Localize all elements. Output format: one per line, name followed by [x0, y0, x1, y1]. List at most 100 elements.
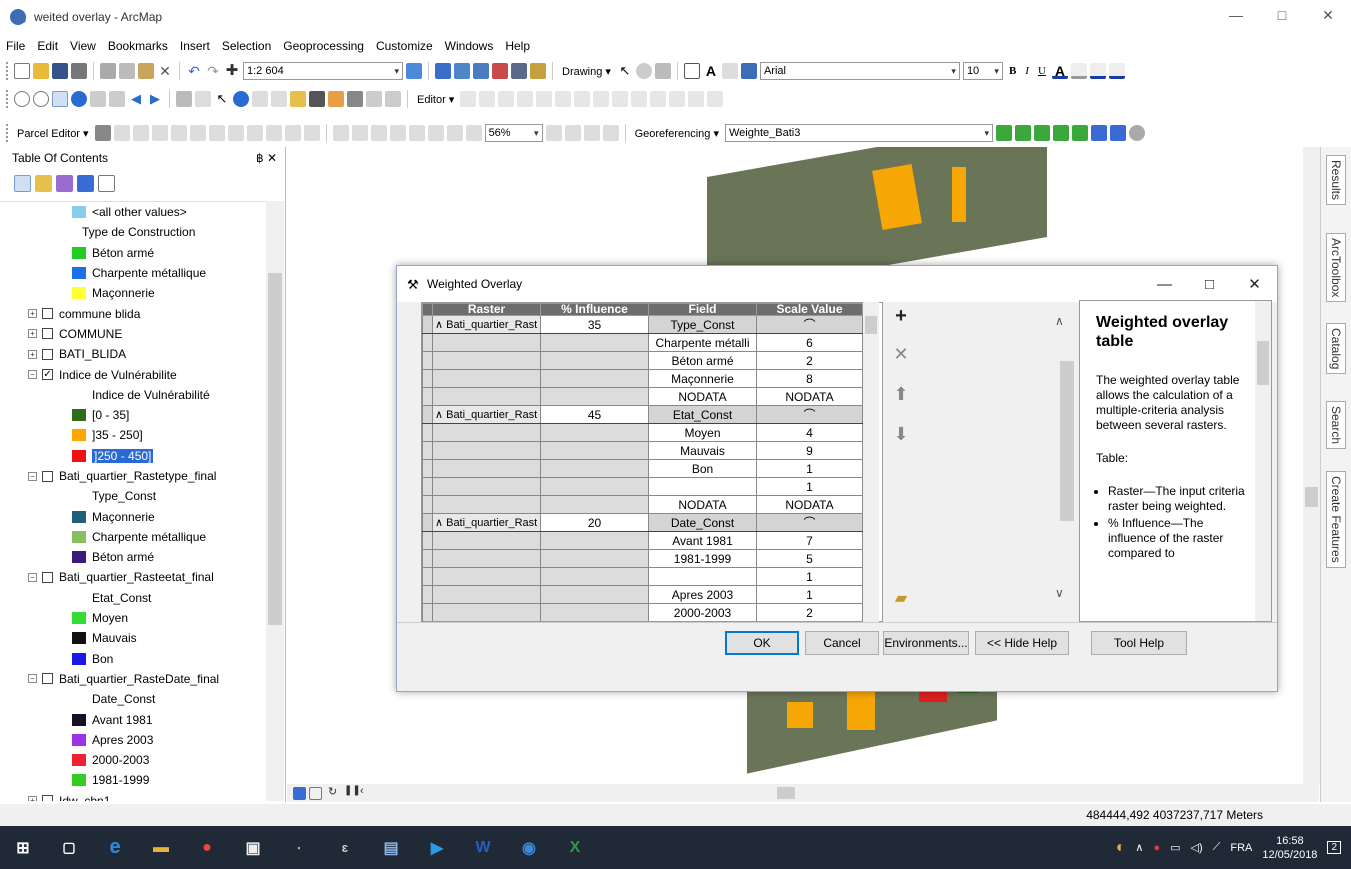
- layer-visibility-checkbox[interactable]: [42, 673, 53, 685]
- drawing-menu[interactable]: Drawing ▾: [559, 65, 614, 78]
- layout-tool-icon[interactable]: [332, 125, 349, 141]
- italic-button[interactable]: I: [1022, 65, 1032, 77]
- print-icon[interactable]: [71, 63, 87, 79]
- expand-icon[interactable]: +: [28, 796, 37, 801]
- zoom-in-icon[interactable]: [14, 91, 30, 107]
- forward-extent-icon[interactable]: ▶: [147, 91, 163, 107]
- maximize-button[interactable]: □: [1259, 0, 1305, 30]
- chrome-icon[interactable]: ●: [193, 834, 221, 862]
- scale-value-cell[interactable]: ⌒: [756, 315, 863, 334]
- toc-row[interactable]: Maçonnerie: [0, 283, 266, 303]
- map-vertical-scrollbar[interactable]: [1303, 147, 1320, 784]
- cut-icon[interactable]: [100, 63, 116, 79]
- side-tab-create-features[interactable]: Create Features: [1326, 471, 1346, 568]
- toc-row[interactable]: [0 - 35]: [0, 405, 266, 425]
- menu-file[interactable]: File: [0, 39, 31, 53]
- raster-cell[interactable]: ∧ Bati_quartier_Rast: [432, 513, 541, 532]
- table-row[interactable]: Apres 2003 1: [422, 585, 863, 604]
- menu-windows[interactable]: Windows: [439, 39, 500, 53]
- layout-tool-icon[interactable]: [351, 125, 368, 141]
- layout-tool-icon[interactable]: [370, 125, 387, 141]
- table-row[interactable]: Bon 1: [422, 459, 863, 478]
- table-row[interactable]: Béton armé 2: [422, 351, 863, 370]
- layer-visibility-checkbox[interactable]: [42, 348, 53, 360]
- bold-button[interactable]: B: [1006, 65, 1019, 77]
- collapse-icon[interactable]: −: [28, 471, 37, 481]
- font-size-combo[interactable]: 10 ▾: [962, 62, 1003, 80]
- hide-help-button[interactable]: << Hide Help: [975, 631, 1069, 655]
- chevron-up-icon[interactable]: ∧: [1135, 841, 1143, 854]
- menu-selection[interactable]: Selection: [216, 39, 277, 53]
- scrollbar-thumb[interactable]: [1305, 487, 1318, 507]
- toc-row[interactable]: ]250 - 450]: [0, 446, 266, 466]
- parcel-tool-icon[interactable]: [189, 125, 206, 141]
- table-row[interactable]: Charpente métalli 6: [422, 333, 863, 352]
- font-icon[interactable]: [740, 63, 757, 79]
- layout-tool-icon[interactable]: [427, 125, 444, 141]
- raster-cell[interactable]: ∧ Bati_quartier_Rast: [432, 315, 541, 334]
- scrollbar-thumb[interactable]: [1257, 341, 1269, 385]
- minimize-button[interactable]: —: [1213, 0, 1259, 30]
- add-control-points-icon[interactable]: [995, 125, 1012, 141]
- attributes-icon[interactable]: [669, 91, 686, 107]
- toc-row[interactable]: − ✓ Indice de Vulnérabilite: [0, 364, 266, 384]
- toolbar-grip[interactable]: [6, 62, 9, 80]
- undo-icon[interactable]: ↶: [186, 63, 202, 79]
- toc-row[interactable]: Apres 2003: [0, 730, 266, 750]
- app-icon[interactable]: ▤: [377, 834, 405, 862]
- table-row[interactable]: 1981-1999 5: [422, 549, 863, 568]
- redo-icon[interactable]: ↷: [205, 63, 221, 79]
- table-row[interactable]: Moyen 4: [422, 423, 863, 442]
- parcel-tool-icon[interactable]: [303, 125, 320, 141]
- georef-tool-icon[interactable]: [1033, 125, 1050, 141]
- network-icon[interactable]: ▭: [1170, 841, 1180, 854]
- raster-group-row[interactable]: ∧ Bati_quartier_Rast 20 Date_Const ⌒: [422, 513, 863, 532]
- underline-button[interactable]: U: [1035, 65, 1049, 77]
- line-color-icon[interactable]: [1089, 63, 1106, 79]
- toc-row[interactable]: + COMMUNE: [0, 324, 266, 344]
- parcel-tool-icon[interactable]: [227, 125, 244, 141]
- rotate-icon[interactable]: [635, 63, 652, 79]
- menu-help[interactable]: Help: [499, 39, 536, 53]
- font-name-combo[interactable]: Arial ▾: [759, 62, 960, 80]
- menu-customize[interactable]: Customize: [370, 39, 439, 53]
- tool-help-button[interactable]: Tool Help: [1091, 631, 1187, 655]
- parcel-tool-icon[interactable]: [170, 125, 187, 141]
- parcel-tool-icon[interactable]: [113, 125, 130, 141]
- toc-row[interactable]: <all other values>: [0, 202, 266, 222]
- layout-view-icon[interactable]: [309, 786, 322, 800]
- toc-row[interactable]: − Bati_quartier_RasteDate_final: [0, 669, 266, 689]
- remove-raster-icon[interactable]: ✕: [887, 340, 915, 368]
- scale-value-cell[interactable]: 7: [756, 531, 863, 550]
- close-button[interactable]: ✕: [1305, 0, 1351, 30]
- parcel-tool-icon[interactable]: [208, 125, 225, 141]
- media-player-icon[interactable]: ▶: [423, 834, 451, 862]
- options-icon[interactable]: [98, 174, 115, 192]
- toc-row[interactable]: Bon: [0, 649, 266, 669]
- toc-row[interactable]: Béton armé: [0, 547, 266, 567]
- point-icon[interactable]: [555, 91, 572, 107]
- fixed-zoom-out-icon[interactable]: [109, 91, 125, 107]
- pause-drawing-icon[interactable]: ❚❚: [344, 785, 361, 801]
- toc-row[interactable]: ]35 - 250]: [0, 425, 266, 445]
- toc-pin-close[interactable]: ฿ ✕: [256, 151, 277, 165]
- table-row[interactable]: Maçonnerie 8: [422, 369, 863, 388]
- find-route-icon[interactable]: [328, 91, 344, 107]
- chevron-down-icon[interactable]: ∨: [1055, 586, 1064, 600]
- scale-value-cell[interactable]: 9: [756, 441, 863, 460]
- select-elements-icon[interactable]: ↖: [214, 91, 230, 107]
- field-cell[interactable]: Etat_Const: [648, 405, 757, 424]
- side-tab-search[interactable]: Search: [1326, 401, 1346, 450]
- arcmap-taskbar-icon[interactable]: ◉: [515, 834, 543, 862]
- parcel-tool-icon[interactable]: [284, 125, 301, 141]
- table-scrollbar[interactable]: [863, 302, 879, 622]
- go-to-xy-icon[interactable]: [347, 91, 363, 107]
- field-cell[interactable]: Type_Const: [648, 315, 757, 334]
- end-point-arc-icon[interactable]: [517, 91, 534, 107]
- layer-visibility-checkbox[interactable]: [42, 795, 53, 801]
- layout-tool-icon[interactable]: [465, 125, 482, 141]
- delete-icon[interactable]: ✕: [157, 63, 173, 79]
- toc-row[interactable]: 2000-2003: [0, 750, 266, 770]
- catalog-icon[interactable]: [454, 63, 470, 79]
- text-icon[interactable]: A: [703, 63, 719, 79]
